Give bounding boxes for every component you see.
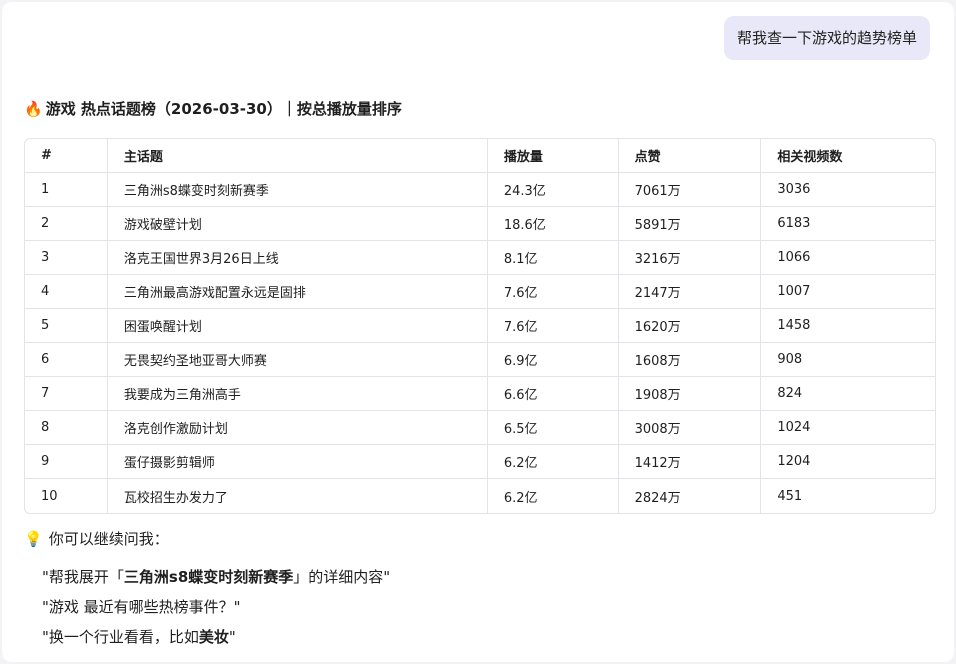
suggestion-text: 」的详细内容"	[293, 568, 391, 586]
cell-video-count: 908	[761, 343, 935, 377]
cell-video-count: 1458	[761, 309, 935, 343]
user-message-bubble: 帮我查一下游戏的趋势榜单	[723, 16, 930, 60]
table-row: 3 洛克王国世界3月26日上线 8.1亿 3216万 1066	[25, 241, 935, 275]
cell-likes: 2147万	[618, 275, 762, 309]
suggestion-text: "帮我展开「	[42, 568, 124, 586]
column-header-topic: 主话题	[107, 139, 488, 173]
cell-topic: 三角洲s8蝶变时刻新赛季	[107, 173, 488, 207]
suggestion-item[interactable]: "游戏 最近有哪些热榜事件？"	[42, 596, 241, 617]
table-row: 4 三角洲最高游戏配置永远是固排 7.6亿 2147万 1007	[25, 275, 935, 309]
suggestion-text: "	[228, 628, 236, 646]
cell-video-count: 3036	[761, 173, 935, 207]
trend-table: # 主话题 播放量 点赞 相关视频数 1 三角洲s8蝶变时刻新赛季 24.3亿 7061万 30…	[24, 138, 936, 514]
column-header-likes: 点赞	[618, 139, 762, 173]
cell-video-count: 451	[777, 488, 803, 504]
result-heading: 🔥 游戏 热点话题榜（2026-03-30）｜按总播放量排序	[24, 98, 402, 119]
table-row: 8 洛克创作激励计划 6.5亿 3008万 1024	[25, 411, 935, 445]
table-row: 7 我要成为三角洲高手 6.6亿 1908万 824	[25, 377, 935, 411]
suggestion-item[interactable]: "帮我展开「三角洲s8蝶变时刻新赛季」的详细内容"	[42, 566, 390, 587]
cell-rank: 5	[25, 309, 108, 343]
cell-video-count: 6183	[761, 207, 935, 241]
table-row: 9 蛋仔摄影剪辑师 6.2亿 1412万 1204	[25, 445, 935, 479]
cell-video-count: 824	[761, 377, 935, 411]
cell-plays: 6.5亿	[487, 411, 619, 445]
suggestion-text: "换一个行业看看，比如	[42, 628, 199, 646]
cell-rank: 4	[25, 275, 108, 309]
cell-video-count: 1066	[761, 241, 935, 275]
cell-plays: 6.6亿	[487, 377, 619, 411]
suggestion-bold: 美妆	[198, 628, 229, 646]
lightbulb-icon: 💡	[24, 529, 43, 548]
cell-plays: 24.3亿	[487, 173, 619, 207]
cell-rank: 7	[25, 377, 108, 411]
cell-topic: 游戏破壁计划	[107, 207, 488, 241]
table-row: 6 无畏契约圣地亚哥大师赛 6.9亿 1608万 908	[25, 343, 935, 377]
cell-plays: 8.1亿	[487, 241, 619, 275]
cell-likes: 1620万	[618, 309, 762, 343]
heading-text: 游戏 热点话题榜（2026-03-30）｜按总播放量排序	[45, 100, 402, 118]
suggestion-text: "游戏 最近有哪些热榜事件？"	[42, 598, 241, 616]
cell-rank: 9	[25, 445, 108, 479]
cell-likes: 1608万	[618, 343, 762, 377]
cell-video-count: 1204	[761, 445, 935, 479]
fire-icon: 🔥	[24, 99, 43, 118]
cell-likes: 5891万	[618, 207, 762, 241]
chat-panel: 帮我查一下游戏的趋势榜单 🔥 游戏 热点话题榜（2026-03-30）｜按总播放…	[2, 2, 954, 662]
cell-rank: 6	[25, 343, 108, 377]
cell-plays: 18.6亿	[487, 207, 619, 241]
table-header-row: # 主话题 播放量 点赞 相关视频数	[25, 139, 935, 173]
cell-plays: 6.2亿	[487, 445, 619, 479]
cell-topic: 困蛋唤醒计划	[107, 309, 488, 343]
table-row: 10 瓦校招生办发力了 6.2亿 2824万 451	[25, 479, 935, 513]
cell-likes: 3008万	[618, 411, 762, 445]
suggestion-bold: 三角洲s8蝶变时刻新赛季	[123, 568, 294, 586]
suggestions-title: 💡 你可以继续问我：	[24, 528, 169, 549]
cell-rank: 2	[25, 207, 108, 241]
cell-likes: 3216万	[618, 241, 762, 275]
cell-topic: 蛋仔摄影剪辑师	[107, 445, 488, 479]
column-header-plays: 播放量	[487, 139, 619, 173]
cell-video-count: 1024	[761, 411, 935, 445]
cell-likes: 2824万	[619, 479, 762, 513]
cell-plays: 7.6亿	[487, 309, 619, 343]
cell-likes: 7061万	[618, 173, 762, 207]
cell-topic: 三角洲最高游戏配置永远是固排	[107, 275, 488, 309]
cell-likes: 1412万	[618, 445, 762, 479]
column-header-rank: #	[25, 139, 108, 173]
cell-rank: 8	[25, 411, 108, 445]
suggestion-item[interactable]: "换一个行业看看，比如美妆"	[42, 626, 236, 647]
table-row: 5 困蛋唤醒计划 7.6亿 1620万 1458	[25, 309, 935, 343]
cell-topic: 无畏契约圣地亚哥大师赛	[107, 343, 488, 377]
cell-rank: 1	[25, 173, 108, 207]
cell-likes: 1908万	[618, 377, 762, 411]
cell-video-count: 1007	[761, 275, 935, 309]
column-header-video-count: 相关视频数	[761, 139, 935, 173]
cell-rank: 3	[25, 241, 108, 275]
table-row: 1 三角洲s8蝶变时刻新赛季 24.3亿 7061万 3036	[25, 173, 935, 207]
table-row: 2 游戏破壁计划 18.6亿 5891万 6183	[25, 207, 935, 241]
cell-plays: 6.2亿	[488, 479, 619, 513]
cell-plays: 6.9亿	[487, 343, 619, 377]
cell-topic: 洛克王国世界3月26日上线	[107, 241, 488, 275]
cell-topic: 我要成为三角洲高手	[107, 377, 488, 411]
cell-plays: 7.6亿	[487, 275, 619, 309]
cell-topic: 瓦校招生办发力了	[108, 479, 488, 513]
suggestions-title-text: 你可以继续问我：	[48, 530, 169, 548]
cell-rank: 10	[25, 479, 108, 513]
cell-topic: 洛克创作激励计划	[107, 411, 488, 445]
